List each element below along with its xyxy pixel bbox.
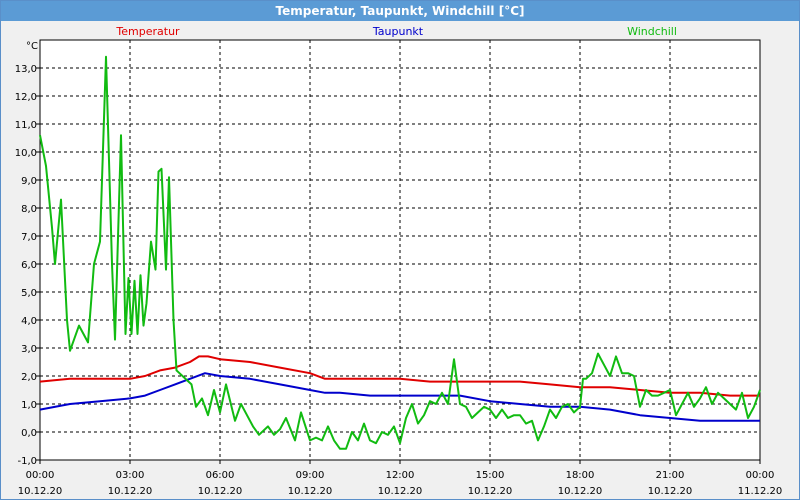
y-tick-label: 7,0 <box>21 232 37 243</box>
y-tick-label: 12,0 <box>15 92 37 103</box>
x-axis-ticks: 00:00 10.12.20 03:00 10.12.20 06:00 10.12.20 0… <box>18 460 783 497</box>
legend: Temperatur Taupunkt Windchill <box>115 25 677 38</box>
y-tick-label: 5,0 <box>21 288 37 299</box>
y-tick-label: 3,0 <box>21 344 37 355</box>
x-tick-date-label: 10.12.20 <box>18 486 63 497</box>
y-axis-ticks: -1,0 0,0 1,0 2,0 3,0 4,0 5,0 6,0 7,0 8,0 9,0 10,0 11… <box>15 64 40 467</box>
y-tick-label: 4,0 <box>21 316 37 327</box>
x-tick-date-label: 10.12.20 <box>108 486 153 497</box>
x-tick-date-label: 10.12.20 <box>288 486 333 497</box>
x-tick-time-label: 21:00 <box>656 470 685 481</box>
y-tick-label: -1,0 <box>17 456 37 467</box>
x-tick-date-label: 10.12.20 <box>468 486 513 497</box>
x-tick-date-label: 10.12.20 <box>558 486 603 497</box>
x-tick-date-label: 10.12.20 <box>378 486 423 497</box>
x-tick-date-label: 11.12.20 <box>738 486 783 497</box>
x-tick-date-label: 10.12.20 <box>198 486 243 497</box>
x-tick-time-label: 18:00 <box>566 470 595 481</box>
y-tick-label: 2,0 <box>21 372 37 383</box>
y-tick-label: 8,0 <box>21 204 37 215</box>
x-tick-time-label: 12:00 <box>386 470 415 481</box>
y-tick-label: 13,0 <box>15 64 37 75</box>
legend-entry-windchill: Windchill <box>627 25 677 38</box>
y-tick-label: 1,0 <box>21 400 37 411</box>
x-tick-time-label: 00:00 <box>746 470 775 481</box>
y-tick-label: 0,0 <box>21 428 37 439</box>
y-tick-label: 11,0 <box>15 120 37 131</box>
chart-area: -1,0 0,0 1,0 2,0 3,0 4,0 5,0 6,0 7,0 8,0 9,0 10,0 11… <box>15 25 783 497</box>
y-tick-label: 6,0 <box>21 260 37 271</box>
x-tick-time-label: 03:00 <box>116 470 145 481</box>
x-tick-time-label: 00:00 <box>26 470 55 481</box>
y-tick-label: 10,0 <box>15 148 37 159</box>
legend-entry-taupunkt: Taupunkt <box>372 25 424 38</box>
y-axis-label: °C <box>26 41 38 52</box>
legend-entry-temperatur: Temperatur <box>115 25 180 38</box>
x-tick-time-label: 06:00 <box>206 470 235 481</box>
x-tick-time-label: 15:00 <box>476 470 505 481</box>
x-tick-time-label: 09:00 <box>296 470 325 481</box>
x-tick-date-label: 10.12.20 <box>648 486 693 497</box>
y-tick-label: 9,0 <box>21 176 37 187</box>
